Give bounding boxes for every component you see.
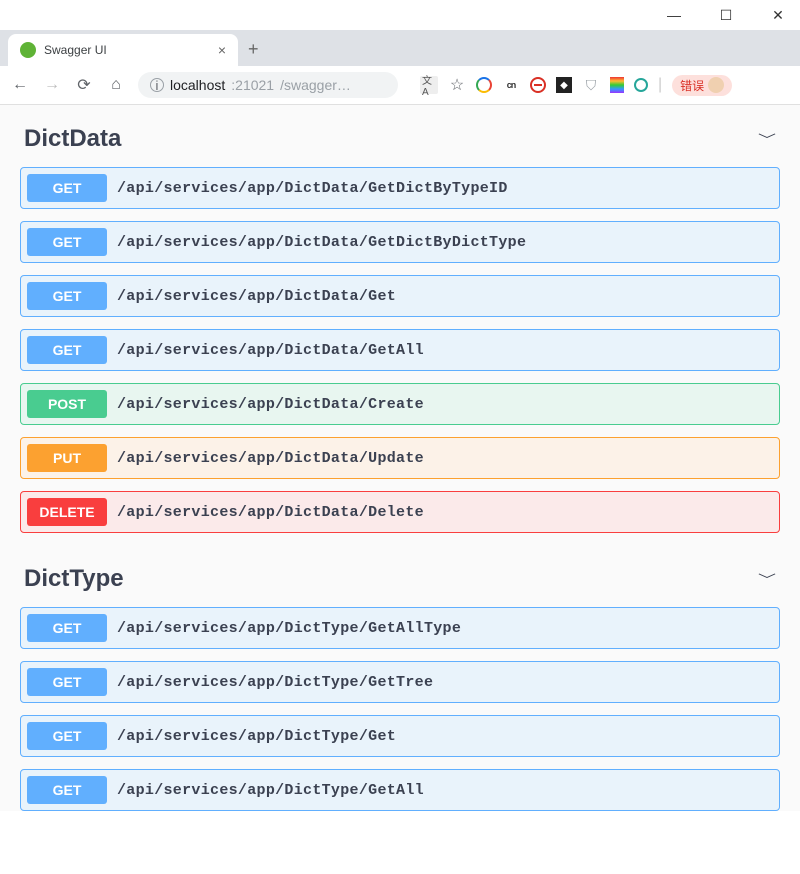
http-method-badge: DELETE xyxy=(27,498,107,526)
tag-section: DictData ﹀ GET/api/services/app/DictData/G… xyxy=(0,105,800,533)
maximize-button[interactable]: ☐ xyxy=(712,7,740,24)
url-path: /swagger… xyxy=(280,77,351,93)
http-method-badge: GET xyxy=(27,776,107,804)
operation-path: /api/services/app/DictType/GetAllType xyxy=(117,620,461,637)
home-button[interactable]: ⌂ xyxy=(106,76,126,94)
url-host: localhost xyxy=(170,77,225,93)
operation-path: /api/services/app/DictType/GetTree xyxy=(117,674,433,691)
http-method-badge: GET xyxy=(27,282,107,310)
tag-header[interactable]: DictData ﹀ xyxy=(20,115,780,167)
tag-section: DictType ﹀ GET/api/services/app/DictType/G… xyxy=(0,545,800,811)
browser-tab[interactable]: Swagger UI × xyxy=(8,34,238,66)
operation-block[interactable]: GET/api/services/app/DictData/GetDictByT… xyxy=(20,167,780,209)
http-method-badge: PUT xyxy=(27,444,107,472)
operation-block[interactable]: GET/api/services/app/DictType/GetAllType xyxy=(20,607,780,649)
chevron-down-icon: ﹀ xyxy=(758,570,776,588)
minimize-button[interactable]: — xyxy=(660,7,688,23)
forward-button[interactable]: → xyxy=(42,76,62,94)
tag-header[interactable]: DictType ﹀ xyxy=(20,555,780,607)
extension-cntv-icon[interactable]: cn xyxy=(502,76,520,94)
close-window-button[interactable]: ✕ xyxy=(764,7,792,24)
operation-block[interactable]: GET/api/services/app/DictData/GetDictByD… xyxy=(20,221,780,263)
close-tab-button[interactable]: × xyxy=(218,42,226,58)
chevron-down-icon: ﹀ xyxy=(758,130,776,148)
extension-red-circle-icon[interactable] xyxy=(530,77,546,93)
http-method-badge: GET xyxy=(27,174,107,202)
site-info-icon[interactable]: i xyxy=(150,78,164,92)
browser-chrome: — ☐ ✕ Swagger UI × + ← → ⟳ ⌂ i localhost… xyxy=(0,0,800,105)
http-method-badge: POST xyxy=(27,390,107,418)
tag-name: DictType xyxy=(24,565,124,593)
http-method-badge: GET xyxy=(27,722,107,750)
translate-icon[interactable]: 文A xyxy=(420,76,438,94)
window-controls: — ☐ ✕ xyxy=(0,0,800,30)
extension-shield-icon[interactable]: ⛉ xyxy=(582,76,600,94)
operation-path: /api/services/app/DictData/Update xyxy=(117,450,424,467)
operation-path: /api/services/app/DictType/Get xyxy=(117,728,396,745)
operation-block[interactable]: GET/api/services/app/DictData/GetAll xyxy=(20,329,780,371)
tab-title: Swagger UI xyxy=(44,43,210,57)
operation-path: /api/services/app/DictData/GetDictByDict… xyxy=(117,234,526,251)
address-bar-row: ← → ⟳ ⌂ i localhost :21021/swagger… 文A ☆ … xyxy=(0,66,800,104)
new-tab-button[interactable]: + xyxy=(238,33,269,66)
http-method-badge: GET xyxy=(27,668,107,696)
operation-block[interactable]: GET/api/services/app/DictType/GetAll xyxy=(20,769,780,811)
url-port: :21021 xyxy=(231,77,274,93)
back-button[interactable]: ← xyxy=(10,76,30,94)
extension-rainbow-icon[interactable] xyxy=(610,77,624,93)
operation-path: /api/services/app/DictData/GetDictByType… xyxy=(117,180,508,197)
http-method-badge: GET xyxy=(27,336,107,364)
operation-path: /api/services/app/DictData/Create xyxy=(117,396,424,413)
reload-button[interactable]: ⟳ xyxy=(74,75,94,95)
operation-path: /api/services/app/DictData/Get xyxy=(117,288,396,305)
operation-block[interactable]: GET/api/services/app/DictData/Get xyxy=(20,275,780,317)
tab-bar: Swagger UI × + xyxy=(0,30,800,66)
operation-block[interactable]: POST/api/services/app/DictData/Create xyxy=(20,383,780,425)
tag-name: DictData xyxy=(24,125,121,153)
extension-teal-circle-icon[interactable] xyxy=(634,78,648,92)
profile-avatar-icon xyxy=(708,77,724,93)
extension-icons: 文A ☆ cn ◆ ⛉ | 错误 xyxy=(410,75,732,96)
http-method-badge: GET xyxy=(27,614,107,642)
extension-dark-square-icon[interactable]: ◆ xyxy=(556,77,572,93)
operation-block[interactable]: PUT/api/services/app/DictData/Update xyxy=(20,437,780,479)
operation-path: /api/services/app/DictData/Delete xyxy=(117,504,424,521)
error-label: 错误 xyxy=(680,77,704,94)
swagger-content: DictData ﹀ GET/api/services/app/DictData/G… xyxy=(0,105,800,811)
url-field[interactable]: i localhost :21021/swagger… xyxy=(138,72,398,98)
swagger-favicon-icon xyxy=(20,42,36,58)
operation-block[interactable]: GET/api/services/app/DictType/Get xyxy=(20,715,780,757)
operation-path: /api/services/app/DictData/GetAll xyxy=(117,342,424,359)
operation-block[interactable]: DELETE/api/services/app/DictData/Delete xyxy=(20,491,780,533)
operation-path: /api/services/app/DictType/GetAll xyxy=(117,782,424,799)
operation-block[interactable]: GET/api/services/app/DictType/GetTree xyxy=(20,661,780,703)
http-method-badge: GET xyxy=(27,228,107,256)
bookmark-star-icon[interactable]: ☆ xyxy=(448,76,466,94)
error-badge[interactable]: 错误 xyxy=(672,75,732,96)
extension-colorful-circle-icon[interactable] xyxy=(476,77,492,93)
